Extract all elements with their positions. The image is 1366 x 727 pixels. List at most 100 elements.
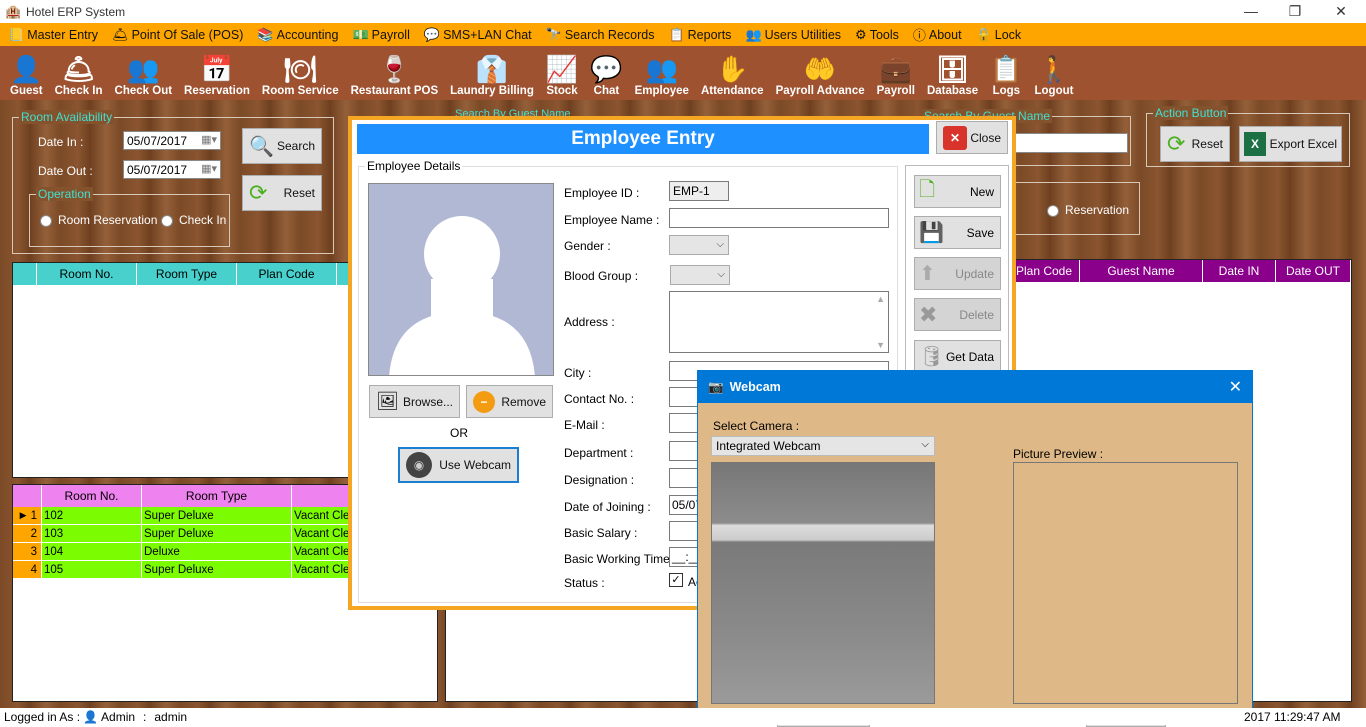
- employee-name-field[interactable]: [669, 208, 889, 228]
- gender-dropdown[interactable]: ⌵: [669, 235, 729, 255]
- get-data-button[interactable]: 🛢 Get Data: [914, 340, 1001, 373]
- search-button[interactable]: 🔍 Search: [242, 128, 322, 164]
- save-button[interactable]: 💾 Save: [914, 216, 1001, 249]
- close-window-button[interactable]: ✕: [1318, 0, 1364, 23]
- cell-room-type[interactable]: Super Deluxe: [142, 561, 292, 578]
- toolbar-chat[interactable]: 💬 Chat: [590, 53, 622, 100]
- use-webcam-button[interactable]: ◉ Use Webcam: [398, 447, 519, 483]
- browse-button[interactable]: 🖼 Browse...: [369, 385, 460, 418]
- reset-button[interactable]: ⟳ Reset: [242, 175, 322, 211]
- cell-room-type[interactable]: Super Deluxe: [142, 507, 292, 524]
- toolbar-check-out[interactable]: 👥 Check Out: [115, 53, 173, 100]
- toolbar-payroll[interactable]: 💼 Payroll: [877, 53, 915, 100]
- toolbar-employee[interactable]: 👥 Employee: [635, 53, 689, 100]
- cell-room-no[interactable]: 105: [42, 561, 142, 578]
- delete-button[interactable]: ✖ Delete: [914, 298, 1001, 331]
- column-header[interactable]: Plan Code: [237, 263, 337, 285]
- menu-item-payroll[interactable]: 💵 Payroll: [352, 27, 409, 43]
- column-header[interactable]: Room Type: [137, 263, 237, 285]
- blood-group-dropdown[interactable]: ⌵: [670, 265, 730, 285]
- toolbar-restaurant-pos[interactable]: 🍷 Restaurant POS: [351, 53, 439, 100]
- button-label: New: [969, 184, 994, 199]
- close-button[interactable]: ✕ Close: [936, 121, 1008, 154]
- toolbar-payroll-advance[interactable]: 🤲 Payroll Advance: [776, 53, 865, 100]
- toolbar-logout[interactable]: 🚶 Logout: [1035, 53, 1074, 100]
- floppy-disk-icon: 💾: [919, 222, 944, 244]
- toolbar-guest[interactable]: 👤 Guest: [10, 53, 43, 100]
- username: admin: [154, 709, 188, 724]
- radio-label: Check In: [179, 213, 227, 227]
- row-header[interactable]: 2: [13, 525, 42, 542]
- toolbar-room-service[interactable]: 🍽 Room Service: [262, 53, 339, 100]
- toolbar-attendance[interactable]: ✋ Attendance: [701, 53, 764, 100]
- minimize-button[interactable]: —: [1228, 0, 1274, 23]
- calendar-icon: ▦▾: [201, 134, 217, 146]
- row-number: 3: [30, 545, 37, 558]
- column-header[interactable]: Room No.: [42, 485, 142, 507]
- employee-icon: 👥: [645, 54, 678, 84]
- cell-room-no[interactable]: 104: [42, 543, 142, 560]
- cell-room-no[interactable]: 103: [42, 525, 142, 542]
- menu-item-sms-lan-chat[interactable]: 💬 SMS+LAN Chat: [424, 27, 532, 43]
- radio-reservation[interactable]: Reservation: [1047, 203, 1129, 217]
- toolbar-check-in[interactable]: 🛎 Check In: [55, 53, 103, 100]
- menu-item-about[interactable]: ⓘ About: [913, 25, 962, 44]
- column-header[interactable]: Date OUT: [1276, 260, 1351, 282]
- menu-label: Payroll: [371, 27, 410, 42]
- guest-name-search-input[interactable]: [1010, 133, 1128, 153]
- reset-button[interactable]: ⟳ Reset: [1160, 126, 1230, 162]
- menu-item-accounting[interactable]: 📚 Accounting: [257, 27, 338, 43]
- minus-circle-icon: −: [473, 390, 495, 413]
- radio-check-in[interactable]: Check In: [161, 213, 226, 227]
- ledger-icon: 📚: [257, 26, 274, 42]
- cell-room-type[interactable]: Super Deluxe: [142, 525, 292, 542]
- address-textarea[interactable]: ▲ ▼: [669, 291, 889, 353]
- employee-photo: [368, 183, 554, 376]
- toolbar-label: Stock: [546, 85, 578, 97]
- row-header[interactable]: 4: [13, 561, 42, 578]
- scroll-down-icon[interactable]: ▼: [876, 340, 885, 350]
- toolbar-label: Employee: [634, 85, 689, 97]
- column-header[interactable]: Room No.: [37, 263, 137, 285]
- remove-button[interactable]: − Remove: [466, 385, 553, 418]
- camera-dropdown[interactable]: Integrated Webcam ⌵: [711, 436, 935, 456]
- close-icon[interactable]: ✕: [1229, 377, 1242, 397]
- binoculars-icon: 🔭: [545, 26, 562, 42]
- date-in-picker[interactable]: 05/07/2017 ▦▾: [123, 131, 221, 150]
- new-button[interactable]: 🗋 New: [914, 175, 1001, 208]
- users-icon: 👥: [745, 26, 762, 42]
- menu-item-users-utilities[interactable]: 👥 Users Utilities: [745, 27, 841, 43]
- date-out-picker[interactable]: 05/07/2017 ▦▾: [123, 160, 221, 179]
- cell-room-type[interactable]: Deluxe: [142, 543, 292, 560]
- toolbar-laundry-billing[interactable]: 👔 Laundry Billing: [450, 53, 534, 100]
- toolbar-label: Chat: [593, 85, 620, 97]
- radio-room-reservation[interactable]: Room Reservation: [40, 213, 157, 227]
- close-icon: ✕: [943, 125, 967, 150]
- toolbar-database[interactable]: 🗄 Database: [927, 53, 978, 100]
- row-header[interactable]: 3: [13, 543, 42, 560]
- employee-id-field[interactable]: EMP-1: [669, 181, 729, 201]
- toolbar-stock[interactable]: 📈 Stock: [546, 53, 578, 100]
- scroll-up-icon[interactable]: ▲: [876, 294, 885, 304]
- menu-item-search-records[interactable]: 🔭 Search Records: [546, 27, 655, 43]
- group-legend: Employee Details: [365, 159, 463, 173]
- column-header[interactable]: Guest Name: [1080, 260, 1203, 282]
- restore-button[interactable]: ❐: [1272, 0, 1318, 23]
- menu-item-lock[interactable]: 🔒 Lock: [976, 27, 1022, 43]
- row-header[interactable]: ▶ 1: [13, 507, 42, 524]
- update-button[interactable]: ⬆ Update: [914, 257, 1001, 290]
- export-excel-button[interactable]: X Export Excel: [1239, 126, 1342, 162]
- toolbar-logs[interactable]: 📋 Logs: [990, 53, 1022, 100]
- menu-item-point-of-sale-pos-[interactable]: 🛎 Point Of Sale (POS): [112, 27, 243, 43]
- column-header[interactable]: Room Type: [142, 485, 292, 507]
- status-checkbox[interactable]: ✓: [669, 573, 683, 587]
- menu-item-master-entry[interactable]: 📒 Master Entry: [8, 27, 98, 43]
- menu-item-tools[interactable]: ⚙ Tools: [855, 27, 899, 43]
- dialog-title: Employee Entry: [357, 124, 929, 154]
- column-header[interactable]: Date IN: [1203, 260, 1276, 282]
- toolbar-reservation[interactable]: 📅 Reservation: [184, 53, 250, 100]
- menu-item-reports[interactable]: 📋 Reports: [668, 27, 731, 43]
- group-legend: Operation: [36, 187, 93, 201]
- cell-room-no[interactable]: 102: [42, 507, 142, 524]
- column-header[interactable]: Plan Code: [1009, 260, 1080, 282]
